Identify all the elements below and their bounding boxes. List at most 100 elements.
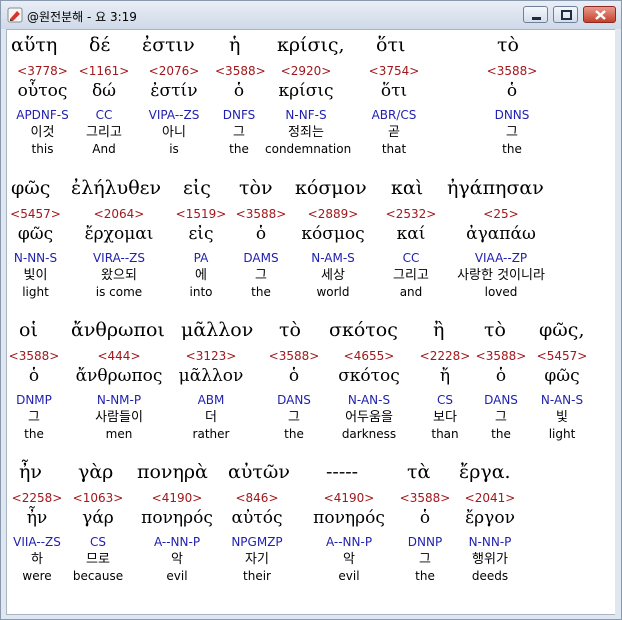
english-gloss: because <box>72 569 124 583</box>
korean-gloss: 그 <box>233 125 245 140</box>
greek-word[interactable]: εἰς <box>183 177 211 199</box>
word-analysis[interactable]: <5457> φῶς N-NN-S 빛이 light <box>7 206 64 301</box>
greek-word[interactable]: φῶς, <box>539 319 584 341</box>
strong-number: <2228> <box>419 349 471 363</box>
word-analysis[interactable]: <2532> καί CC 그리고 and <box>379 206 443 301</box>
word-analysis[interactable]: <3588> ὁ DANS 그 the <box>473 348 529 443</box>
korean-gloss: 그 <box>495 410 507 425</box>
word-analysis[interactable]: <1161> δώ CC 그리고 And <box>78 63 130 158</box>
strong-number: <3778> <box>17 64 68 78</box>
word-analysis[interactable]: <3778> οὗτος APDNF-S 이것 this <box>7 63 78 158</box>
korean-gloss: 이것 <box>30 125 55 140</box>
lexical-form: φῶς <box>544 366 580 386</box>
word-analysis[interactable]: <2041> ἔργον N-NN-P 행위가 deeds <box>453 490 527 585</box>
greek-word[interactable]: σκότος <box>329 319 398 341</box>
word-analysis[interactable]: <4655> σκότος N-AN-S 어두움을 darkness <box>329 348 409 443</box>
greek-word[interactable]: ἔργα. <box>459 461 511 483</box>
greek-word[interactable]: τὰ <box>407 461 430 483</box>
greek-word[interactable]: μᾶλλον <box>181 319 253 341</box>
strong-number: <1519> <box>175 207 227 221</box>
english-gloss: darkness <box>341 427 397 441</box>
word-analysis[interactable]: <4190> πονηρός A--NN-P 악 evil <box>313 490 385 585</box>
english-gloss: than <box>431 427 459 441</box>
english-gloss: the <box>502 142 522 156</box>
strong-number: <3123> <box>185 349 237 363</box>
word-analysis[interactable]: <3754> ὅτι ABR/CS 곧 that <box>357 63 431 158</box>
greek-word[interactable]: οἱ <box>19 319 38 341</box>
minimize-icon <box>532 17 541 20</box>
greek-word[interactable]: ἐστιν <box>142 34 195 56</box>
greek-word[interactable]: ἠγάπησαν <box>447 177 544 199</box>
greek-word[interactable]: ἐλήλυθεν <box>71 177 161 199</box>
parsing-code: ABR/CS <box>371 108 417 122</box>
greek-word[interactable]: κόσμον <box>295 177 367 199</box>
greek-word[interactable]: αὐτῶν <box>228 461 290 483</box>
word-analysis[interactable]: <2258> ἦν VIIA--ZS 하 were <box>7 490 67 585</box>
greek-word[interactable]: πονηρὰ <box>137 461 208 483</box>
greek-word[interactable]: τὸ <box>484 319 506 341</box>
parsing-code: ABM <box>197 393 225 407</box>
strong-number: <5457> <box>10 207 61 221</box>
greek-word[interactable]: δέ <box>89 34 110 56</box>
greek-word[interactable]: καὶ <box>391 177 423 199</box>
title-bar[interactable]: @원전분해 - 요 3:19 <box>1 1 621 29</box>
greek-word[interactable]: ἄνθρωποι <box>71 319 165 341</box>
parsing-code: CS <box>437 393 453 407</box>
close-button[interactable] <box>583 6 616 23</box>
word-analysis[interactable]: <5457> φῶς N-AN-S 빛 light <box>527 348 597 443</box>
lexical-form: ἔρχομαι <box>84 224 154 244</box>
parsing-code: VIRA--ZS <box>92 251 146 265</box>
word-analysis[interactable]: <846> αὐτός NPGMZP 자기 their <box>220 490 294 585</box>
lexical-form: δώ <box>91 81 117 101</box>
greek-word[interactable]: αὕτη <box>11 34 57 56</box>
word-analysis[interactable]: <4190> πονηρός A--NN-P 악 evil <box>137 490 217 585</box>
strong-number: <3754> <box>368 64 420 78</box>
strong-number: <2920> <box>280 64 332 78</box>
minimize-button[interactable] <box>523 6 548 23</box>
greek-word[interactable]: τὸ <box>497 34 519 56</box>
lexical-form: ἤ <box>439 366 451 386</box>
greek-word[interactable]: ἦν <box>19 461 42 483</box>
greek-word[interactable]: ἡ <box>229 34 240 56</box>
greek-word[interactable]: γὰρ <box>78 461 113 483</box>
korean-gloss: 악 <box>171 552 183 567</box>
maximize-button[interactable] <box>553 6 578 23</box>
word-analysis[interactable]: <3123> μᾶλλον ABM 더 rather <box>172 348 250 443</box>
strong-number: <3588> <box>399 491 451 505</box>
word-analysis[interactable]: <2076> ἐστίν VIPA--ZS 아니 is <box>137 63 211 158</box>
interlinear-view[interactable]: αὕτη δέ ἐστιν ἡ κρίσις, ὅτι τὸ <3778> οὗτος APDNF… <box>6 29 617 615</box>
english-gloss: this <box>31 142 54 156</box>
korean-gloss: 왔으되 <box>101 268 137 283</box>
word-analysis[interactable]: <3588> ὁ DNNP 그 the <box>399 490 451 585</box>
word-analysis[interactable]: <2064> ἔρχομαι VIRA--ZS 왔으되 is come <box>83 206 155 301</box>
korean-gloss: 그 <box>28 410 40 425</box>
parsing-code: APDNF-S <box>16 108 69 122</box>
word-analysis[interactable]: <2228> ἤ CS 보다 than <box>417 348 473 443</box>
english-gloss: condemnation <box>265 142 352 156</box>
word-analysis[interactable]: <1519> εἰς PA 에 into <box>175 206 227 301</box>
word-analysis[interactable]: <2889> κόσμος N-AM-S 세상 world <box>293 206 373 301</box>
greek-word[interactable]: κρίσις, <box>277 34 345 56</box>
greek-word[interactable]: ἢ <box>433 319 444 341</box>
word-analysis[interactable]: <444> ἄνθρωπος N-NM-P 사람들이 men <box>73 348 165 443</box>
parsing-code: VIIA--ZS <box>13 535 61 549</box>
word-analysis[interactable]: <3588> ὁ DANS 그 the <box>263 348 325 443</box>
greek-word[interactable]: ὅτι <box>376 34 405 56</box>
parsing-code: N-NN-P <box>468 535 512 549</box>
lexical-form: κόσμος <box>301 224 365 244</box>
word-analysis[interactable]: <3588> ὁ DAMS 그 the <box>231 206 291 301</box>
greek-word[interactable]: τὸν <box>239 177 273 199</box>
greek-word[interactable]: φῶς <box>11 177 50 199</box>
strong-number: <1063> <box>72 491 124 505</box>
greek-word[interactable]: ----- <box>326 461 358 483</box>
word-analysis[interactable]: <3588> ὁ DNMP 그 the <box>7 348 61 443</box>
word-analysis[interactable]: <2920> κρίσις N-NF-S 정죄는 condemnation <box>265 63 352 158</box>
greek-word[interactable]: τὸ <box>279 319 301 341</box>
maximize-icon <box>561 10 572 20</box>
word-analysis[interactable]: <25> ἀγαπάω VIAA--ZP 사랑한 것이니라 loved <box>439 206 563 301</box>
word-analysis[interactable]: <1063> γάρ CS 므로 because <box>67 490 129 585</box>
word-analysis[interactable]: <3588> ὁ DNFS 그 the <box>215 63 266 158</box>
lexical-form: ἀγαπάω <box>466 224 536 244</box>
word-analysis[interactable]: <3588> ὁ DNNS 그 the <box>481 63 543 158</box>
parsing-code: NPGMZP <box>231 535 283 549</box>
